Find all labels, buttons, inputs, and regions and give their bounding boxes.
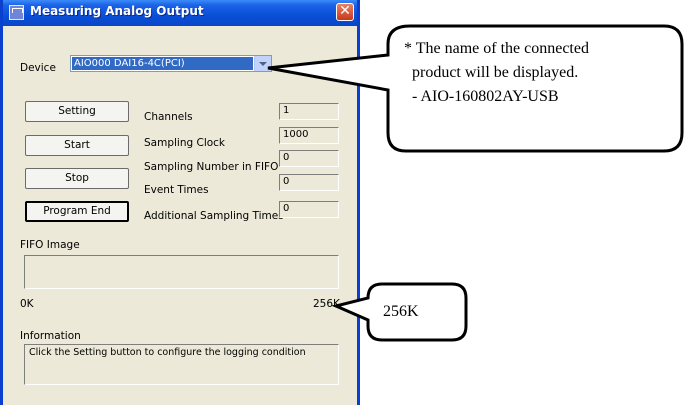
device-callout-line3: - AIO-160802AY-USB: [412, 88, 559, 105]
device-callout-line2: product will be displayed.: [412, 64, 579, 81]
callout-overlay: [267, 24, 684, 342]
device-callout-line1: * The name of the connected: [404, 40, 589, 57]
fifo-callout-text: 256K: [383, 303, 419, 320]
